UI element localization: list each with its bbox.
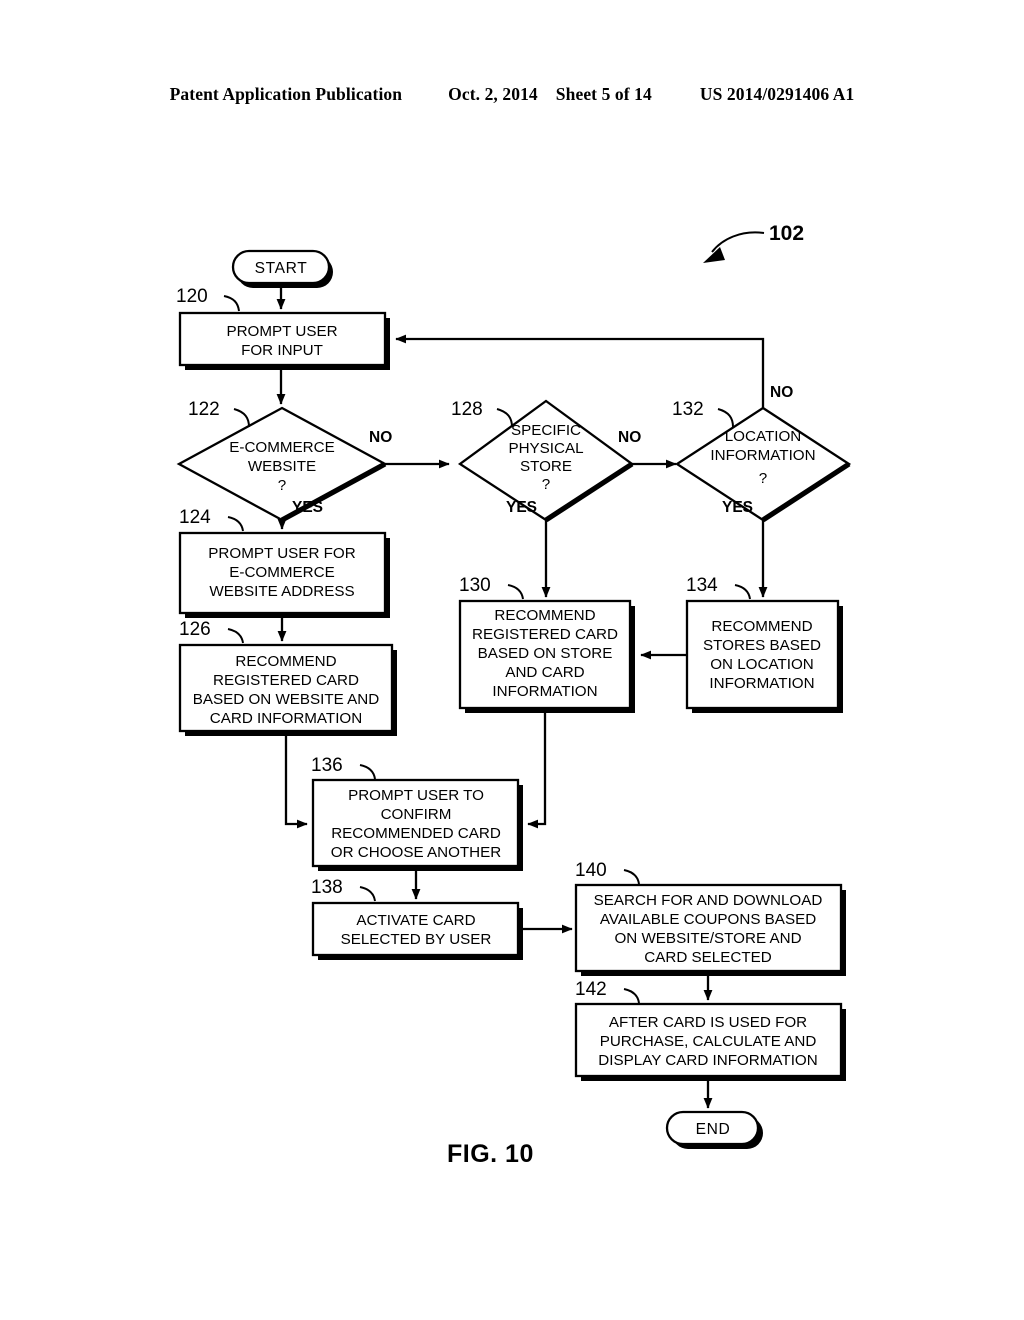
edge-126-to-136 [284, 736, 308, 829]
edge-label-128-no: NO [618, 429, 641, 446]
node-130-ref: 130 [459, 575, 524, 600]
node-142-line-2: DISPLAY CARD INFORMATION [598, 1052, 817, 1069]
node-128-ref-label: 128 [451, 399, 483, 420]
node-134-line-1: STORES BASED [703, 637, 821, 654]
diagram-reference-label: 102 [769, 222, 804, 245]
node-130-line-1: REGISTERED CARD [472, 626, 618, 643]
node-120-line-1: FOR INPUT [241, 342, 323, 359]
node-132-ref-label: 132 [672, 399, 704, 420]
node-126-line-1: REGISTERED CARD [213, 672, 359, 689]
node-140-line-3: CARD SELECTED [644, 949, 771, 966]
node-start: START [231, 249, 333, 288]
node-140-ref: 140 [575, 860, 640, 885]
node-134-line-3: INFORMATION [709, 675, 814, 692]
node-120-ref-label: 120 [176, 286, 208, 307]
node-128-line-3: ? [542, 476, 550, 493]
figure-caption: FIG. 10 [447, 1140, 534, 1168]
node-132: LOCATION INFORMATION ? [674, 406, 852, 523]
node-126-ref: 126 [179, 619, 244, 644]
edge-132-no-to-120 [395, 334, 765, 408]
node-130-line-0: RECOMMEND [494, 607, 595, 624]
node-126-line-2: BASED ON WEBSITE AND [193, 691, 380, 708]
node-128-ref: 128 [451, 399, 513, 428]
node-124-ref-label: 124 [179, 507, 211, 528]
node-122-line-1: WEBSITE [248, 458, 316, 475]
node-132-ref: 132 [672, 399, 734, 428]
node-140-line-2: ON WEBSITE/STORE AND [614, 930, 801, 947]
node-132-line-1: INFORMATION [710, 447, 815, 464]
node-124: PROMPT USER FOR E-COMMERCE WEBSITE ADDRE… [178, 531, 390, 618]
node-134: RECOMMEND STORES BASED ON LOCATION INFOR… [685, 599, 843, 713]
node-124-line-2: WEBSITE ADDRESS [209, 583, 354, 600]
node-136-ref: 136 [311, 755, 376, 780]
edge-label-122-yes: YES [292, 499, 323, 516]
node-start-label: START [255, 260, 308, 277]
node-128: SPECIFIC PHYSICAL STORE ? [457, 399, 635, 523]
node-120-line-0: PROMPT USER [226, 323, 337, 340]
node-142-ref: 142 [575, 979, 640, 1004]
node-120: PROMPT USER FOR INPUT [178, 311, 390, 370]
node-142-line-1: PURCHASE, CALCULATE AND [600, 1033, 817, 1050]
node-136-line-1: CONFIRM [381, 806, 452, 823]
node-132-line-0: LOCATION [725, 428, 802, 445]
node-128-line-1: PHYSICAL [508, 440, 583, 457]
node-136-line-0: PROMPT USER TO [348, 787, 484, 804]
node-142-line-0: AFTER CARD IS USED FOR [609, 1014, 807, 1031]
node-124-line-0: PROMPT USER FOR [208, 545, 355, 562]
node-130: RECOMMEND REGISTERED CARD BASED ON STORE… [458, 599, 635, 713]
flowchart: 102 START PROMPT USER FOR INPUT 120 E-CO… [176, 222, 852, 1149]
edge-label-132-yes: YES [722, 499, 753, 516]
node-120-ref: 120 [176, 286, 240, 312]
node-124-line-1: E-COMMERCE [229, 564, 334, 581]
node-130-line-2: BASED ON STORE [478, 645, 613, 662]
node-end-label: END [696, 1121, 731, 1138]
node-136-line-3: OR CHOOSE ANOTHER [331, 844, 501, 861]
node-126-line-0: RECOMMEND [235, 653, 336, 670]
edge-label-128-yes: YES [506, 499, 537, 516]
node-142-ref-label: 142 [575, 979, 607, 1000]
node-128-line-2: STORE [520, 458, 572, 475]
edge-130-to-136 [527, 713, 547, 829]
diagram-reference-102: 102 [703, 222, 804, 263]
node-130-line-3: AND CARD [505, 664, 584, 681]
node-130-line-4: INFORMATION [492, 683, 597, 700]
node-122-ref-label: 122 [188, 399, 220, 420]
node-138: ACTIVATE CARD SELECTED BY USER [311, 901, 523, 960]
node-130-ref-label: 130 [459, 575, 491, 596]
node-126-line-3: CARD INFORMATION [210, 710, 362, 727]
node-132-line-2: ? [759, 470, 767, 487]
node-124-ref: 124 [179, 507, 244, 532]
node-128-line-0: SPECIFIC [511, 422, 581, 439]
node-136-ref-label: 136 [311, 755, 343, 776]
node-140-line-0: SEARCH FOR AND DOWNLOAD [594, 892, 823, 909]
node-126: RECOMMEND REGISTERED CARD BASED ON WEBSI… [178, 643, 397, 736]
node-138-line-1: SELECTED BY USER [341, 931, 492, 948]
node-134-line-2: ON LOCATION [710, 656, 814, 673]
node-140-ref-label: 140 [575, 860, 607, 881]
patent-page: Patent Application Publication Oct. 2, 2… [0, 0, 1024, 1320]
node-134-ref-label: 134 [686, 575, 718, 596]
edge-label-122-no: NO [369, 429, 392, 446]
edge-label-132-no: NO [770, 384, 793, 401]
node-140: SEARCH FOR AND DOWNLOAD AVAILABLE COUPON… [574, 883, 846, 976]
node-134-line-0: RECOMMEND [711, 618, 812, 635]
node-136: PROMPT USER TO CONFIRM RECOMMENDED CARD … [311, 778, 523, 871]
node-134-ref: 134 [686, 575, 751, 600]
node-138-line-0: ACTIVATE CARD [356, 912, 475, 929]
node-140-line-1: AVAILABLE COUPONS BASED [600, 911, 816, 928]
node-122-line-2: ? [278, 477, 286, 494]
node-122: E-COMMERCE WEBSITE ? [176, 406, 388, 523]
node-138-ref: 138 [311, 877, 376, 902]
node-138-ref-label: 138 [311, 877, 343, 898]
node-142: AFTER CARD IS USED FOR PURCHASE, CALCULA… [574, 1002, 846, 1081]
node-122-ref: 122 [188, 399, 250, 428]
node-end: END [665, 1110, 763, 1149]
node-136-line-2: RECOMMENDED CARD [331, 825, 501, 842]
node-122-line-0: E-COMMERCE [229, 439, 334, 456]
node-126-ref-label: 126 [179, 619, 211, 640]
